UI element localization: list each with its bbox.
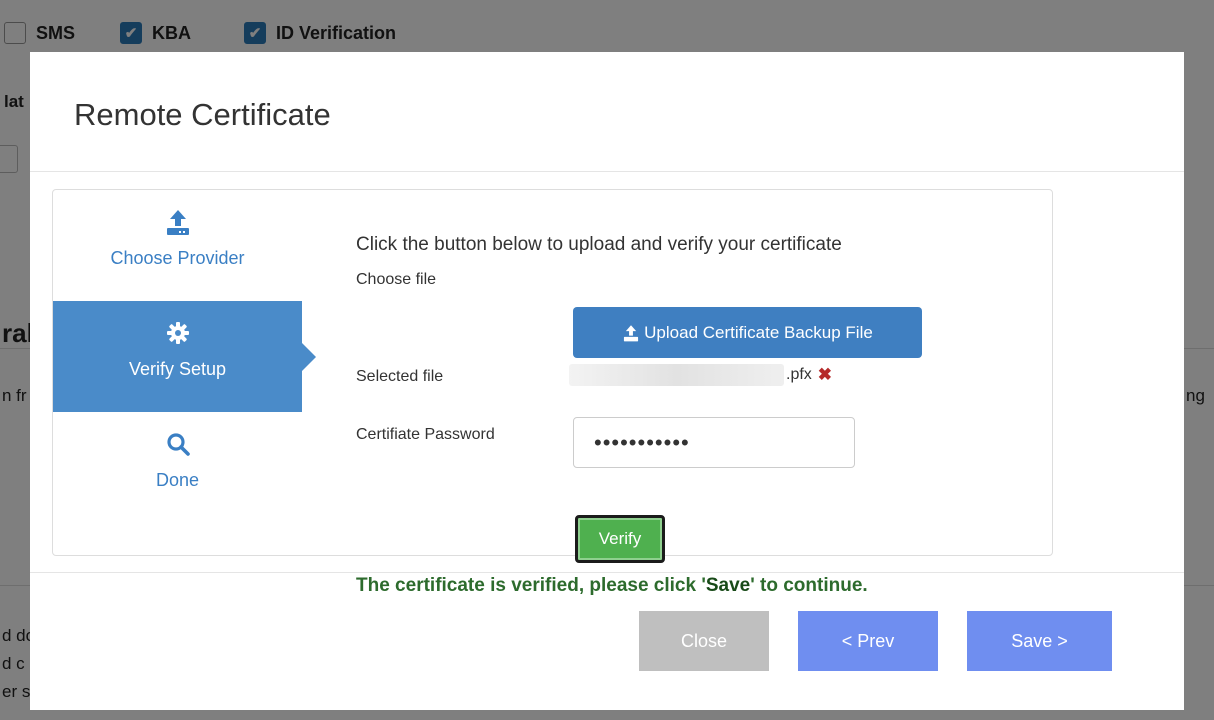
step-label: Done bbox=[155, 470, 200, 490]
file-extension: .pfx bbox=[786, 366, 812, 383]
step-verify-setup[interactable]: Verify Setup bbox=[53, 301, 316, 412]
upload-icon bbox=[624, 324, 639, 341]
upload-icon bbox=[166, 210, 189, 235]
modal-footer: Close < Prev Save > bbox=[30, 573, 1184, 710]
remove-file-icon[interactable]: ✖ bbox=[818, 365, 832, 385]
gear-icon bbox=[166, 322, 189, 344]
modal-header: Remote Certificate bbox=[30, 52, 1184, 172]
instruction-text: Click the button below to upload and ver… bbox=[356, 234, 842, 255]
step-label: Verify Setup bbox=[128, 359, 227, 379]
modal-body: Choose Provider Verify Setup Done Click … bbox=[30, 172, 1184, 596]
save-button[interactable]: Save > bbox=[967, 611, 1112, 671]
remote-certificate-modal: Remote Certificate Choose Provider Verif… bbox=[30, 52, 1184, 710]
prev-button[interactable]: < Prev bbox=[798, 611, 938, 671]
certificate-password-label: Certifiate Password bbox=[356, 426, 495, 443]
verify-button[interactable]: Verify bbox=[575, 515, 665, 563]
step-label: Choose Provider bbox=[110, 248, 245, 268]
redacted-filename bbox=[569, 364, 784, 386]
wizard: Choose Provider Verify Setup Done Click … bbox=[52, 189, 1053, 596]
upload-certificate-button[interactable]: Upload Certificate Backup File bbox=[573, 307, 922, 358]
step-done[interactable]: Done bbox=[53, 430, 302, 520]
step-choose-provider[interactable]: Choose Provider bbox=[53, 208, 302, 300]
selected-file-label: Selected file bbox=[356, 368, 444, 385]
certificate-password-input[interactable] bbox=[573, 417, 855, 468]
modal-title: Remote Certificate bbox=[74, 97, 331, 132]
choose-file-label: Choose file bbox=[356, 271, 437, 288]
selected-file: .pfx ✖ bbox=[569, 363, 832, 387]
upload-button-label: Upload Certificate Backup File bbox=[644, 322, 873, 342]
close-button[interactable]: Close bbox=[639, 611, 769, 671]
search-icon bbox=[166, 433, 190, 456]
